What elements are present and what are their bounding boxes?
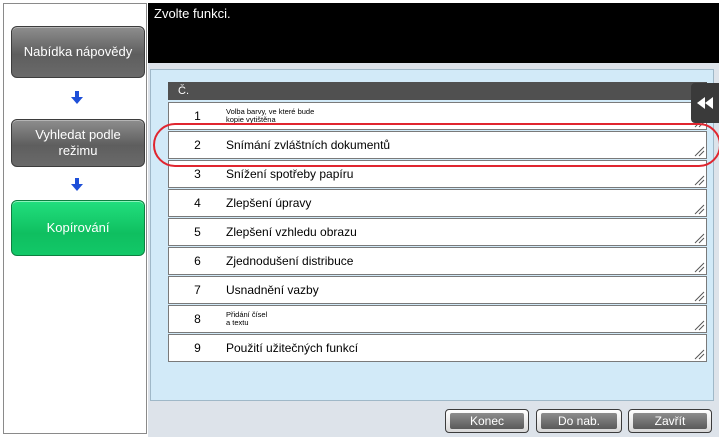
row-label: Zlepšení úpravy [226,196,312,210]
row-number: 8 [194,312,201,326]
row-number: 3 [194,167,201,181]
row-label: Snímání zvláštních dokumentů [226,138,391,152]
row-number: 6 [194,254,201,268]
arrow-down-icon [71,178,83,191]
column-header-number: Č. [178,85,189,97]
resize-corner-icon [694,262,705,273]
copy-button[interactable]: Kopírování [11,200,145,256]
list-item-row-1[interactable]: 1 Volba barvy, ve které bude kopie vytišt… [168,102,707,130]
resize-corner-icon [694,175,705,186]
row-number: 2 [194,138,201,152]
copy-label: Kopírování [46,220,110,235]
row-label: Usnadnění vazby [226,283,319,297]
list-item-row-5[interactable]: 5 Zlepšení vzhledu obrazu [168,218,707,246]
row-label: Volba barvy, ve které bude kopie vytiště… [226,107,315,124]
list-item-row-7[interactable]: 7 Usnadnění vazby [168,276,707,304]
resize-corner-icon [694,349,705,360]
row-number: 1 [194,109,201,123]
resize-corner-icon [694,146,705,157]
help-menu-label: Nabídka nápovědy [23,44,133,59]
row-number: 5 [194,225,201,239]
list-item-row-3[interactable]: 3 Snížení spotřeby papíru [168,160,707,188]
table-header: Č. [168,82,707,100]
close-button-label: Zavřít [633,413,707,429]
header-bar: Zvolte funkci. [148,3,719,63]
help-menu-button[interactable]: Nabídka nápovědy [11,26,145,78]
row-number: 4 [194,196,201,210]
row-label: Zlepšení vzhledu obrazu [226,225,357,239]
list-item-row-8[interactable]: 8 Přidání čísel a textu [168,305,707,333]
row-label: Přidání čísel a textu [226,310,268,327]
list-item-row-6[interactable]: 6 Zjednodušení distribuce [168,247,707,275]
back-to-menu-button[interactable]: Do nab. [536,409,622,433]
double-chevron-left-icon [697,97,713,109]
end-button[interactable]: Konec [445,409,529,433]
resize-corner-icon [694,204,705,215]
row-label: Použití užitečných funkcí [226,341,359,355]
row-number: 9 [194,341,201,355]
search-by-mode-button[interactable]: Vyhledat podle režimu [11,119,145,167]
back-to-menu-label: Do nab. [541,413,617,429]
row-number: 7 [194,283,201,297]
left-nav-panel: Nabídka nápovědy Vyhledat podle režimu K… [3,3,147,434]
resize-corner-icon [694,233,705,244]
row-label: Snížení spotřeby papíru [226,167,354,181]
arrow-down-icon [71,91,83,104]
resize-corner-icon [694,291,705,302]
list-item-row-2[interactable]: 2 Snímání zvláštních dokumentů [168,131,707,159]
function-list: 1 Volba barvy, ve které bude kopie vytišt… [168,102,707,363]
list-item-row-4[interactable]: 4 Zlepšení úpravy [168,189,707,217]
end-button-label: Konec [450,413,524,429]
row-label: Zjednodušení distribuce [226,254,354,268]
page-title: Zvolte funkci. [154,6,231,21]
resize-corner-icon [694,320,705,331]
list-item-row-9[interactable]: 9 Použití užitečných funkcí [168,334,707,362]
search-by-mode-label: Vyhledat podle režimu [35,127,121,158]
collapse-panel-button[interactable] [691,83,719,123]
close-button[interactable]: Zavřít [628,409,712,433]
